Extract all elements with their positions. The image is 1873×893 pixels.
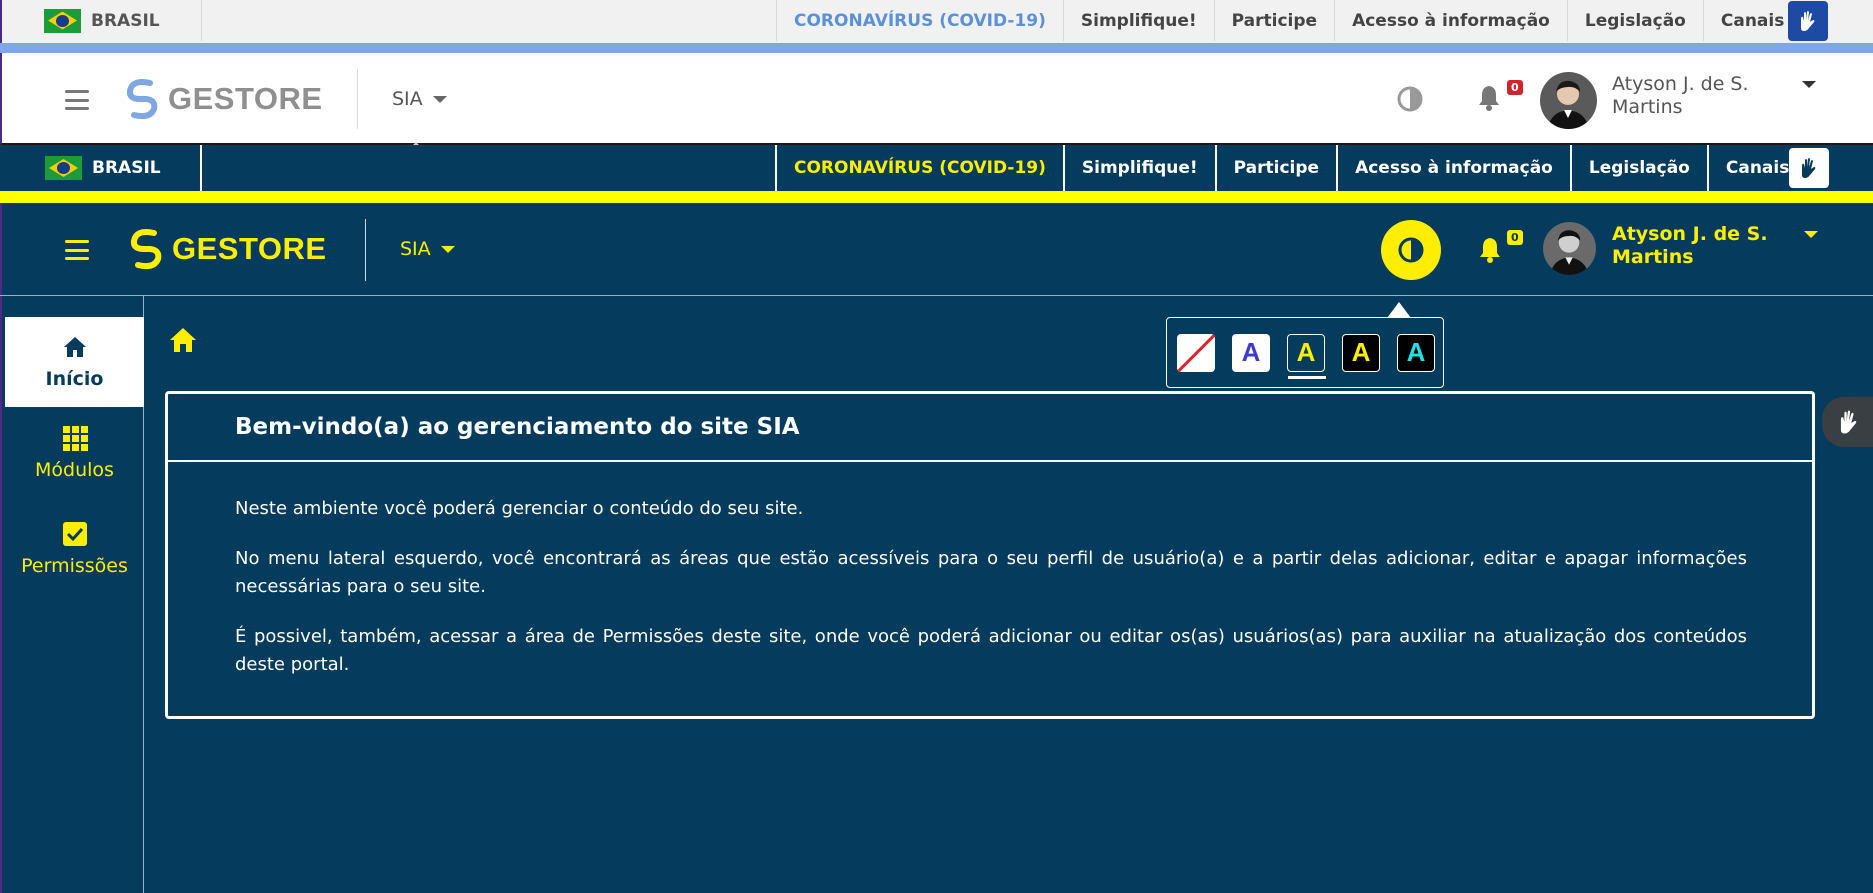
covid-link[interactable]: CORONAVÍRUS (COVID-19) bbox=[776, 0, 1063, 41]
simplifique-link[interactable]: Simplifique! bbox=[1062, 0, 1214, 41]
header-dark: GESTORE SIA 0 Atyson J. de S. Martins bbox=[0, 203, 1873, 296]
grid-icon bbox=[62, 426, 88, 451]
brasil-link[interactable]: BRASIL bbox=[44, 0, 160, 41]
canais-link[interactable]: Canais bbox=[1702, 0, 1801, 41]
gov-bar-light: BRASIL CORONAVÍRUS (COVID-19) Simplifiqu… bbox=[0, 0, 1873, 43]
system-name: SIA bbox=[392, 88, 423, 110]
system-name: SIA bbox=[400, 238, 431, 260]
gov-bar-dark: BRASIL CORONAVÍRUS (COVID-19) Simplifiqu… bbox=[0, 145, 1873, 191]
contrast-icon[interactable] bbox=[1396, 85, 1424, 113]
avatar[interactable] bbox=[1543, 222, 1596, 275]
contrast-option-black-cyan[interactable]: A bbox=[1397, 333, 1435, 372]
user-menu-chevron-icon[interactable] bbox=[1802, 81, 1816, 88]
contrast-option-black-yellow[interactable]: A bbox=[1342, 333, 1380, 372]
user-name-line1: Atyson J. de S. bbox=[1612, 223, 1768, 245]
breadcrumb-home-icon[interactable] bbox=[168, 326, 198, 354]
gestore-logo[interactable]: GESTORE bbox=[120, 75, 323, 123]
legislacao-link[interactable]: Legislação bbox=[1569, 145, 1707, 191]
user-menu-chevron-icon[interactable] bbox=[1804, 231, 1818, 238]
vlibras-hands-icon[interactable] bbox=[1789, 148, 1829, 188]
brazil-flag-icon bbox=[45, 156, 82, 180]
user-name-line1: Atyson J. de S. bbox=[1612, 73, 1749, 95]
notification-bell-icon[interactable] bbox=[1477, 236, 1503, 268]
paragraph: Neste ambiente você poderá gerenciar o c… bbox=[235, 498, 804, 519]
vlibras-hands-icon[interactable] bbox=[1788, 1, 1828, 41]
logo-mark-icon bbox=[126, 79, 158, 120]
user-name-line2: Martins bbox=[1612, 246, 1694, 268]
user-name[interactable]: Atyson J. de S. Martins bbox=[1612, 73, 1749, 119]
divider bbox=[365, 219, 366, 281]
home-icon bbox=[63, 337, 86, 357]
contrast-option-blue-yellow[interactable]: A bbox=[1287, 333, 1326, 379]
legislacao-link[interactable]: Legislação bbox=[1566, 0, 1703, 41]
simplifique-link[interactable]: Simplifique! bbox=[1062, 145, 1215, 191]
participe-link[interactable]: Participe bbox=[1213, 0, 1334, 41]
notification-count-badge: 0 bbox=[1507, 230, 1523, 245]
divider bbox=[201, 0, 202, 41]
paragraph: É possivel, também, acessar a área de Pe… bbox=[235, 626, 1747, 675]
menu-icon[interactable] bbox=[65, 90, 89, 110]
accent-strip bbox=[0, 191, 1873, 203]
notification-count-badge: 0 bbox=[1507, 80, 1523, 95]
acesso-informacao-link[interactable]: Acesso à informação bbox=[1334, 0, 1567, 41]
sidebar-item-label: Permissões bbox=[21, 555, 128, 577]
gov-links: CORONAVÍRUS (COVID-19) Simplifique! Part… bbox=[776, 0, 1801, 41]
contrast-options-popover: A A A A bbox=[1166, 302, 1444, 388]
user-name-line2: Martins bbox=[1612, 96, 1683, 118]
logo-text: GESTORE bbox=[172, 231, 327, 266]
participe-link[interactable]: Participe bbox=[1214, 145, 1336, 191]
system-selector[interactable]: SIA bbox=[392, 88, 447, 110]
divider bbox=[357, 69, 358, 129]
sidebar: Início Módulos Permissões bbox=[2, 296, 144, 893]
sidebar-item-inicio[interactable]: Início bbox=[5, 317, 144, 407]
gestore-logo[interactable]: GESTORE bbox=[124, 225, 327, 273]
avatar[interactable] bbox=[1540, 72, 1597, 129]
sidebar-item-modulos[interactable]: Módulos bbox=[5, 408, 144, 498]
vlibras-widget-icon[interactable] bbox=[1822, 397, 1873, 447]
checkbox-icon bbox=[62, 522, 87, 546]
accent-strip bbox=[0, 43, 1873, 53]
acesso-informacao-link[interactable]: Acesso à informação bbox=[1336, 145, 1570, 191]
logo-text: GESTORE bbox=[168, 81, 323, 116]
welcome-card: Bem-vindo(a) ao gerenciamento do site SI… bbox=[165, 391, 1815, 719]
divider bbox=[200, 145, 202, 191]
page-title: Bem-vindo(a) ao gerenciamento do site SI… bbox=[168, 394, 1812, 462]
contrast-toggle-button[interactable] bbox=[1381, 220, 1441, 280]
sidebar-item-label: Início bbox=[45, 368, 104, 390]
contrast-option-none[interactable] bbox=[1177, 333, 1215, 372]
notification-bell-icon[interactable] bbox=[1476, 84, 1502, 116]
covid-link[interactable]: CORONAVÍRUS (COVID-19) bbox=[775, 145, 1063, 191]
welcome-text: Neste ambiente você poderá gerenciar o c… bbox=[168, 462, 1812, 679]
brasil-label: BRASIL bbox=[92, 158, 161, 178]
brasil-link[interactable]: BRASIL bbox=[45, 145, 161, 191]
chevron-down-icon bbox=[440, 245, 455, 253]
contrast-option-white-blue[interactable]: A bbox=[1232, 333, 1270, 372]
sidebar-item-label: Módulos bbox=[35, 459, 114, 481]
paragraph: No menu lateral esquerdo, você encontrar… bbox=[235, 548, 1747, 597]
brazil-flag-icon bbox=[44, 8, 81, 33]
logo-mark-icon bbox=[130, 229, 162, 270]
system-selector[interactable]: SIA bbox=[400, 238, 455, 260]
chevron-down-icon bbox=[432, 95, 447, 103]
menu-icon[interactable] bbox=[65, 240, 89, 260]
brasil-label: BRASIL bbox=[91, 10, 160, 31]
user-name[interactable]: Atyson J. de S. Martins bbox=[1612, 223, 1768, 269]
sidebar-item-permissoes[interactable]: Permissões bbox=[5, 504, 144, 594]
gov-links: CORONAVÍRUS (COVID-19) Simplifique! Part… bbox=[775, 145, 1806, 191]
contrast-icon bbox=[1398, 237, 1424, 263]
header-light: GESTORE SIA 0 Atyson J. de S. Martins bbox=[0, 53, 1873, 145]
